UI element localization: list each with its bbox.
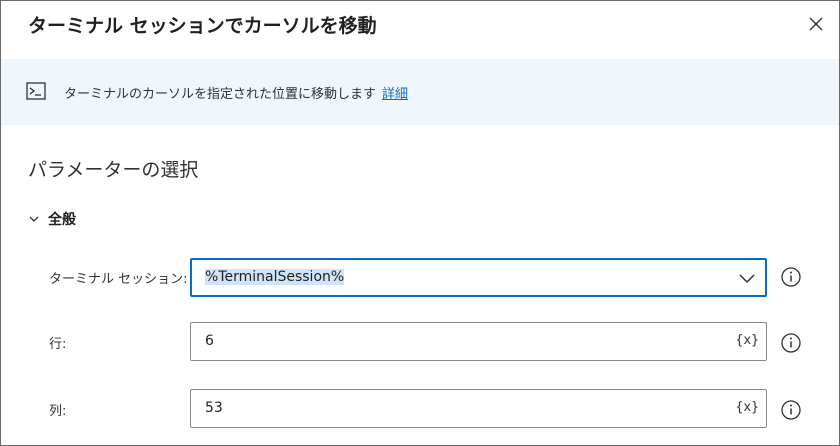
banner-description: ターミナルのカーソルを指定された位置に移動します xyxy=(64,87,377,102)
general-group-toggle[interactable]: 全般 xyxy=(28,209,76,229)
details-link[interactable]: 詳細 xyxy=(382,87,408,102)
column-input[interactable]: 53 {x} xyxy=(190,389,767,428)
terminal-session-dropdown[interactable]: %TerminalSession% xyxy=(190,258,767,297)
chevron-down-icon[interactable] xyxy=(738,271,756,285)
info-banner: ターミナルのカーソルを指定された位置に移動します 詳細 xyxy=(1,59,839,125)
row-label: 行: xyxy=(49,337,67,352)
variable-picker-button[interactable]: {x} xyxy=(736,333,759,348)
row-value: 6 xyxy=(205,333,214,349)
section-title: パラメーターの選択 xyxy=(28,159,199,181)
info-icon[interactable] xyxy=(780,266,802,288)
column-label: 列: xyxy=(49,404,67,419)
info-icon[interactable] xyxy=(780,399,802,421)
row-input[interactable]: 6 {x} xyxy=(190,322,767,361)
chevron-down-icon xyxy=(29,216,39,222)
dialog-title: ターミナル セッションでカーソルを移動 xyxy=(28,15,377,37)
info-icon[interactable] xyxy=(780,332,802,354)
group-label: 全般 xyxy=(48,212,76,228)
terminal-session-value: %TerminalSession% xyxy=(205,269,345,285)
variable-picker-button[interactable]: {x} xyxy=(736,400,759,415)
terminal-session-label: ターミナル セッション: xyxy=(49,272,188,287)
move-cursor-dialog: ターミナル セッションでカーソルを移動 ターミナルのカーソルを指定された位置に移… xyxy=(0,0,840,446)
close-button[interactable] xyxy=(803,11,829,37)
column-value: 53 xyxy=(205,400,223,416)
close-icon xyxy=(809,17,823,31)
terminal-icon xyxy=(26,82,46,100)
